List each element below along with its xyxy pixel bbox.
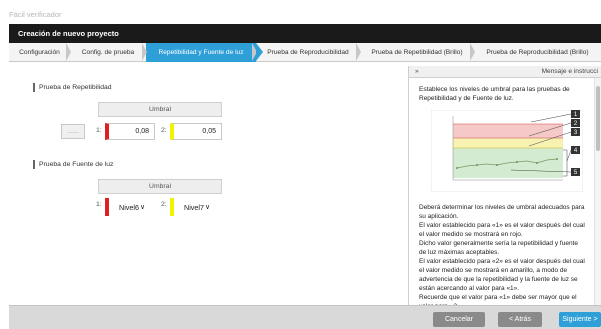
app-title: Fácil verificador (0, 0, 601, 24)
tab-repetibilidad-fuente-luz[interactable]: Repetibilidad y Fuente de luz (142, 43, 263, 62)
light-source-level-2-select[interactable]: Nivel7 ∨ (170, 198, 226, 216)
instructions-intro: Establece los niveles de umbral para las… (419, 86, 570, 102)
light-source-section-title: Prueba de Fuente de luz (33, 160, 113, 169)
tab-reproducibilidad[interactable]: Prueba de Reproducibilidad (252, 43, 360, 62)
wizard-tabs: Configuración Config. de prueba Repetibi… (9, 43, 601, 62)
instructions-paragraph: Deberá determinar los niveles de umbral … (419, 204, 585, 220)
instructions-scrollbar[interactable] (594, 78, 601, 305)
instructions-panel-title: Mensaje e instrucci (541, 68, 598, 75)
instructions-paragraph: El valor establecido para «2» es el valo… (419, 258, 585, 292)
settings-form: Prueba de Repetibilidad Umbral ...... 1:… (9, 62, 409, 305)
wizard-footer: Cancelar < Atrás Siguiente > (9, 305, 601, 329)
tab-configuracion[interactable]: Configuración (9, 43, 70, 62)
next-button[interactable]: Siguiente > (559, 312, 601, 327)
instructions-paragraph: El valor establecido para «1» es el valo… (419, 222, 585, 238)
tab-repetibilidad-brillo[interactable]: Prueba de Repetibilidad (Brillo) (356, 43, 474, 62)
chevron-down-icon: ∨ (139, 204, 146, 211)
light-source-index-1: 1: (96, 201, 102, 208)
repeatability-section-title: Prueba de Repetibilidad (33, 83, 112, 92)
repeatability-threshold-1-input[interactable]: 0,08 (105, 123, 155, 140)
instructions-paragraph: Recuerde que el valor para «1» debe ser … (419, 294, 577, 305)
instructions-paragraph: Dicho valor generalmente sería la repeti… (419, 240, 578, 256)
repeatability-options-button[interactable]: ...... (61, 124, 85, 139)
repeatability-index-1: 1: (96, 127, 102, 134)
scrollbar-thumb[interactable] (596, 86, 600, 151)
light-source-level-1-select[interactable]: Nivel6 ∨ (105, 198, 161, 216)
light-source-threshold-header: Umbral (98, 179, 222, 194)
chevron-down-icon: ∨ (204, 204, 211, 211)
tab-config-prueba[interactable]: Config. de prueba (66, 43, 146, 62)
light-source-level-1-value: Nivel6 (119, 202, 139, 212)
instructions-panel: » Mensaje e instrucci Establece los nive… (408, 66, 601, 305)
repeatability-index-2: 2: (161, 127, 167, 134)
threshold-2-color-bar (170, 198, 174, 216)
expand-panel-icon[interactable]: » (415, 68, 419, 75)
wizard-title: Creación de nuevo proyecto (9, 24, 601, 43)
light-source-level-2-value: Nivel7 (184, 202, 204, 212)
cancel-button[interactable]: Cancelar (433, 312, 485, 327)
back-button[interactable]: < Atrás (498, 312, 542, 327)
threshold-1-color-bar (105, 198, 109, 216)
repeatability-threshold-2-input[interactable]: 0,05 (170, 123, 222, 140)
threshold-diagram: 1 2 3 4 5 (430, 109, 584, 193)
instructions-panel-header: » Mensaje e instrucci (409, 66, 601, 78)
repeatability-threshold-header: Umbral (98, 102, 222, 117)
light-source-index-2: 2: (161, 201, 167, 208)
tab-reproducibilidad-brillo[interactable]: Prueba de Reproducibilidad (Brillo) (470, 43, 601, 62)
instructions-text: Establece los niveles de umbral para las… (409, 78, 595, 305)
